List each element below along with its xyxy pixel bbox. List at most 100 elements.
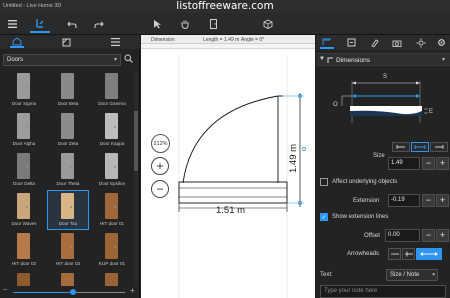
library-item[interactable]: Door Tau bbox=[47, 190, 89, 230]
door-icon[interactable] bbox=[203, 15, 223, 33]
door-thumbnail bbox=[105, 233, 118, 259]
extension-input[interactable]: -0.19 bbox=[388, 194, 420, 207]
align-left-button[interactable] bbox=[392, 142, 410, 152]
library-item-label: Door Waves bbox=[11, 221, 37, 226]
library-item[interactable]: HIT door 01 bbox=[92, 191, 132, 229]
main-toolbar bbox=[0, 13, 450, 35]
door-thumbnail bbox=[61, 153, 74, 179]
height-dimension-label: 1.49 m bbox=[288, 143, 299, 173]
door-thumbnail bbox=[105, 73, 118, 99]
library-item-label: HIT door 02 bbox=[11, 261, 37, 266]
door-frame bbox=[178, 181, 288, 204]
hand-icon[interactable] bbox=[175, 15, 195, 33]
dimension-tab[interactable]: Dimension bbox=[151, 37, 175, 43]
build-icon[interactable] bbox=[30, 15, 50, 33]
dimensions-section-header[interactable]: ▼ Dimensions ▾ bbox=[316, 53, 450, 66]
zoom-in-button[interactable]: + bbox=[151, 157, 169, 175]
door-thumbnail bbox=[105, 153, 118, 179]
door-thumbnail bbox=[17, 273, 30, 286]
slider-minus: − bbox=[3, 287, 8, 294]
library-item[interactable]: Door Beta bbox=[48, 71, 88, 109]
text-style-select[interactable]: Size / Note ▾ bbox=[386, 269, 438, 281]
slider-handle[interactable] bbox=[70, 289, 76, 295]
size-input[interactable]: 1.49 bbox=[388, 157, 420, 170]
offset-decrement-button[interactable]: − bbox=[422, 229, 435, 242]
category-label: Doors bbox=[7, 57, 24, 63]
search-icon[interactable] bbox=[124, 54, 133, 65]
door-thumbnail bbox=[17, 73, 30, 99]
size-increment-button[interactable]: + bbox=[436, 157, 449, 170]
text-style-value: Size / Note bbox=[390, 272, 420, 278]
extension-decrement-button[interactable]: − bbox=[422, 194, 435, 207]
zoom-out-button[interactable]: − bbox=[151, 180, 169, 198]
dimension-diagram bbox=[341, 81, 428, 123]
plan-info-bar: Dimension Length = 1.49 m Angle = 0° bbox=[141, 35, 315, 44]
library-item[interactable] bbox=[48, 271, 88, 286]
offset-increment-button[interactable]: + bbox=[436, 229, 449, 242]
door-thumbnail bbox=[17, 233, 30, 259]
library-item[interactable]: HIT door 02 bbox=[4, 231, 44, 269]
arrowhead-tick-button[interactable] bbox=[402, 248, 415, 260]
properties-tabs bbox=[316, 35, 450, 50]
library-item[interactable] bbox=[92, 271, 132, 286]
angle-readout: Angle = 0° bbox=[241, 37, 265, 43]
chevron-down-icon: ▾ bbox=[113, 57, 117, 63]
slider-plus: + bbox=[130, 286, 135, 295]
library-scrollbar[interactable] bbox=[134, 71, 138, 286]
door-thumbnail bbox=[105, 273, 118, 286]
dimension-tool-icon bbox=[327, 57, 333, 63]
library-item[interactable]: Door Waves bbox=[4, 191, 44, 229]
library-item[interactable]: Door Delta bbox=[4, 151, 44, 189]
library-item-label: KUP door 01 bbox=[98, 261, 126, 266]
door-thumbnail bbox=[61, 73, 74, 99]
redo-icon[interactable] bbox=[89, 15, 109, 33]
show-extension-checkbox[interactable]: ✓ bbox=[320, 213, 328, 221]
library-item[interactable]: Door Zeta bbox=[48, 111, 88, 149]
door-thumbnail bbox=[17, 113, 30, 139]
brush-tab-icon[interactable] bbox=[367, 36, 381, 49]
align-right-button[interactable] bbox=[430, 142, 448, 152]
diagram-offset-label: O bbox=[333, 102, 338, 108]
menu-icon[interactable] bbox=[2, 15, 22, 33]
door-thumbnail bbox=[61, 113, 74, 139]
offset-input[interactable]: 0.00 bbox=[385, 229, 420, 242]
affect-underlying-checkbox[interactable] bbox=[320, 178, 328, 186]
library-item[interactable]: HIT door 03 bbox=[48, 231, 88, 269]
library-item[interactable]: Door Kappa bbox=[92, 111, 132, 149]
library-item[interactable] bbox=[4, 271, 44, 286]
align-center-button[interactable] bbox=[411, 142, 429, 152]
box-3d-icon[interactable] bbox=[258, 15, 278, 33]
library-item[interactable]: Door Sigma bbox=[4, 71, 44, 109]
library-item[interactable]: Door Alpha bbox=[4, 111, 44, 149]
properties-panel: ▼ Dimensions ▾ S O E Size 1.49 − + Affec… bbox=[316, 35, 450, 298]
undo-icon[interactable] bbox=[62, 15, 82, 33]
plan-view[interactable]: Dimension Length = 1.49 m Angle = 0° 212… bbox=[141, 35, 315, 298]
materials-tab-icon[interactable] bbox=[59, 36, 73, 48]
title-bar: Untitled - Live Home 3D listoffreeware.c… bbox=[0, 0, 450, 13]
section-title: Dimensions bbox=[336, 56, 370, 64]
properties-tab-icon[interactable] bbox=[344, 36, 358, 49]
arrowhead-arrow-button[interactable] bbox=[416, 248, 442, 260]
ruler-tab-icon[interactable] bbox=[320, 36, 334, 49]
library-item[interactable]: Door Epsilon bbox=[92, 151, 132, 189]
affect-underlying-label: Affect underlying objects bbox=[332, 179, 398, 185]
door-swing-arc bbox=[182, 95, 279, 184]
thumbnail-size-slider[interactable]: − + bbox=[0, 286, 140, 298]
library-item[interactable]: Door Theta bbox=[48, 151, 88, 189]
settings-tab-icon[interactable] bbox=[434, 36, 448, 49]
size-decrement-button[interactable]: − bbox=[422, 157, 435, 170]
category-dropdown[interactable]: Doors ▾ bbox=[3, 54, 121, 66]
objects-tab-icon[interactable] bbox=[10, 36, 24, 48]
list-view-icon[interactable] bbox=[108, 36, 122, 48]
library-item[interactable]: Door Gamma bbox=[92, 71, 132, 109]
library-item-label: Door Kappa bbox=[99, 141, 125, 146]
extension-increment-button[interactable]: + bbox=[436, 194, 449, 207]
library-item-label: Door Alpha bbox=[12, 141, 36, 146]
library-item[interactable]: KUP door 01 bbox=[92, 231, 132, 269]
light-tab-icon[interactable] bbox=[414, 36, 428, 49]
camera-tab-icon[interactable] bbox=[390, 36, 404, 49]
note-input[interactable]: Type your note here bbox=[320, 285, 446, 298]
select-arrow-icon[interactable] bbox=[147, 15, 167, 33]
diagram-extension-label: E bbox=[429, 109, 434, 115]
arrowhead-none-button[interactable] bbox=[388, 248, 401, 260]
